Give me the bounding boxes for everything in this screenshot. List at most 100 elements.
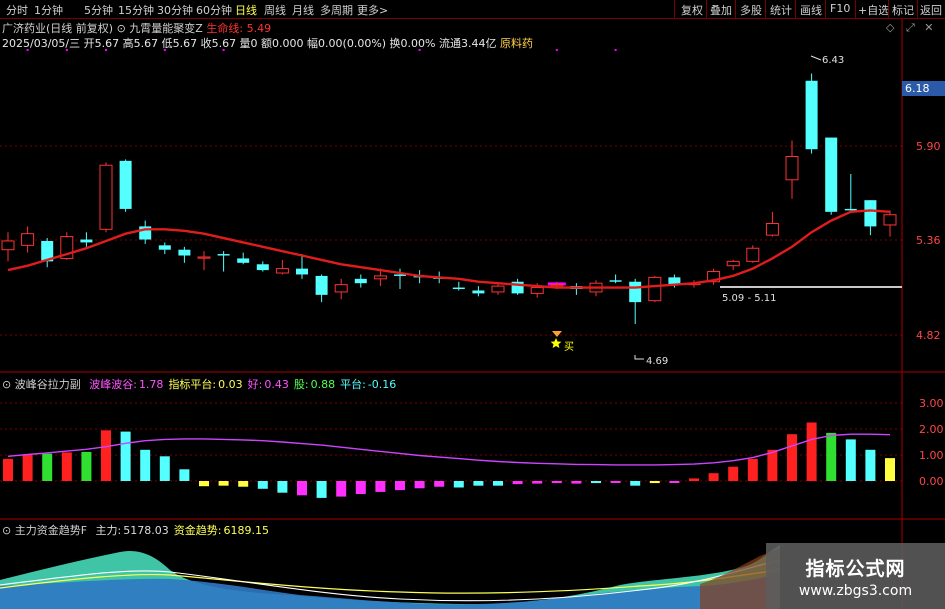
panel3-item-value: 6189.15 <box>223 524 269 537</box>
tab-period[interactable]: 周线 <box>264 2 286 18</box>
oscillator-bar <box>257 481 268 489</box>
tab-period[interactable]: 月线 <box>292 2 314 18</box>
candle-down <box>609 280 622 282</box>
add-watchlist-button[interactable]: +自选 <box>858 2 889 18</box>
oscillator-bar <box>669 481 680 483</box>
price-tick-3: 4.82 <box>916 329 941 342</box>
quote-line: 2025/03/05/三 开5.67 高5.67 低5.67 收5.67 量0 … <box>2 35 533 51</box>
oscillator-bar <box>689 478 699 481</box>
candle-up <box>550 284 564 287</box>
back-button[interactable]: 返回 <box>920 2 942 18</box>
panel2-name[interactable]: 波峰谷拉力副 <box>15 378 81 391</box>
candle-down <box>237 258 250 263</box>
fund-trend-area <box>0 545 781 609</box>
f10-button[interactable]: F10 <box>830 2 850 15</box>
indicator-name[interactable]: 九霄量能聚变Z <box>129 22 203 35</box>
tab-period-active[interactable]: 日线 <box>235 2 257 18</box>
oscillator-bar <box>845 439 856 481</box>
tab-period[interactable]: 30分钟 <box>157 2 193 18</box>
osc-tick-3: 1.00 <box>919 449 944 462</box>
panel2-item-value: 0.03 <box>218 378 243 391</box>
candle-up <box>491 285 505 293</box>
tab-period[interactable]: 1分钟 <box>34 2 63 18</box>
panel2-item-label: 好: <box>247 378 263 391</box>
panel2-header: ⊙ 波峰谷拉力副 波峰波谷: 1.78 指标平台: 0.03 好: 0.43 股: 0.88 平… <box>2 376 396 392</box>
panel2-item-label: 平台: <box>340 378 366 391</box>
oscillator-bar <box>649 481 660 484</box>
panel3-item-value: 5178.03 <box>123 524 169 537</box>
candle-up <box>1 240 15 251</box>
panel3-settings-icon[interactable]: ⊙ <box>2 524 11 537</box>
low-label: 4.69 <box>646 356 668 367</box>
oscillator-bar <box>395 481 405 491</box>
oscillator-bar <box>355 481 366 494</box>
mark-button[interactable]: 标记 <box>892 2 914 18</box>
oscillator-bar <box>512 481 523 485</box>
tab-period[interactable]: 更多> <box>357 2 388 18</box>
stock-title: 广济药业(日线 前复权) <box>2 22 114 35</box>
oscillator-bar <box>885 458 895 481</box>
candle-down <box>315 275 328 295</box>
oscillator-bar <box>551 481 562 484</box>
panel2-item-value: 0.88 <box>310 378 336 391</box>
concept-tag[interactable]: 原料药 <box>500 37 533 50</box>
low-pointer <box>634 355 644 360</box>
stats-button[interactable]: 统计 <box>770 2 792 18</box>
overlay-button[interactable]: 叠加 <box>710 2 732 18</box>
oscillator-bar <box>591 481 601 484</box>
candle-up <box>726 260 740 267</box>
quote-text: 2025/03/05/三 开5.67 高5.67 低5.67 收5.67 量0 … <box>2 37 497 50</box>
oscillator-bar <box>571 481 582 484</box>
oscillator-bar <box>140 449 151 481</box>
panel2-settings-icon[interactable]: ⊙ <box>2 378 11 391</box>
restore-button[interactable]: 复权 <box>681 2 703 18</box>
period-toolbar: 分时 1分钟 5分钟 15分钟 30分钟 60分钟 日线 周线 月线 多周期 更… <box>0 0 945 19</box>
price-axis: 5.90 5.36 4.82 6.18 <box>902 81 945 342</box>
signal-dot <box>614 49 617 51</box>
star-icon <box>550 338 562 348</box>
candle-down <box>825 137 838 212</box>
osc-tick-1: 3.00 <box>919 397 944 410</box>
draw-button[interactable]: 画线 <box>800 2 822 18</box>
osc-tick-4: 0.00 <box>919 475 944 488</box>
oscillator-bars <box>3 422 895 498</box>
oscillator-bar <box>375 481 386 492</box>
expand-icon[interactable]: ⤢ <box>906 21 915 34</box>
candle-up <box>530 287 544 294</box>
oscillator-bar <box>316 481 327 498</box>
high-label: 6.43 <box>822 55 844 66</box>
panel3-item-label: 资金趋势: <box>173 524 222 537</box>
oscillator-bar <box>101 430 111 481</box>
close-icon[interactable]: ✕ <box>924 21 933 34</box>
oscillator-axis: 3.00 2.00 1.00 0.00 <box>919 397 944 488</box>
settings-icon[interactable]: ⊙ <box>117 22 126 35</box>
panel2-item-label: 波峰波谷: <box>89 378 137 391</box>
candle-down <box>217 254 230 256</box>
candle-down <box>629 281 642 303</box>
multi-stock-button[interactable]: 多股 <box>740 2 762 18</box>
oscillator-bar <box>159 456 170 481</box>
tab-period[interactable]: 5分钟 <box>84 2 113 18</box>
panel3-values: 主力: 5178.03 资金趋势: 6189.15 <box>91 524 269 537</box>
candle-down <box>178 249 191 256</box>
watermark-url: www.zbgs3.com <box>798 583 913 599</box>
diamond-outline-icon[interactable]: ◇ <box>886 21 894 34</box>
tab-period[interactable]: 15分钟 <box>118 2 154 18</box>
high-pointer <box>810 55 822 61</box>
lifeline-label: 生命线: <box>206 22 244 35</box>
tab-period[interactable]: 60分钟 <box>196 2 232 18</box>
oscillator-bar <box>728 466 739 481</box>
buy-label: 买 <box>564 341 574 353</box>
candle-up <box>746 247 760 262</box>
candle-down <box>158 245 171 250</box>
candle-down <box>80 239 93 243</box>
candle-down <box>452 287 465 290</box>
tab-period[interactable]: 多周期 <box>320 2 353 18</box>
range-label: 5.09 - 5.11 <box>722 293 777 304</box>
oscillator-bar <box>708 473 719 481</box>
chart-canvas[interactable]: 5.90 5.36 4.82 6.18 3.00 2.00 1.00 0.00 … <box>0 0 945 609</box>
oscillator-bar <box>179 469 190 481</box>
panel3-name[interactable]: 主力资金趋势F <box>15 524 87 537</box>
oscillator-bar <box>3 458 13 481</box>
tab-period[interactable]: 分时 <box>6 2 28 18</box>
